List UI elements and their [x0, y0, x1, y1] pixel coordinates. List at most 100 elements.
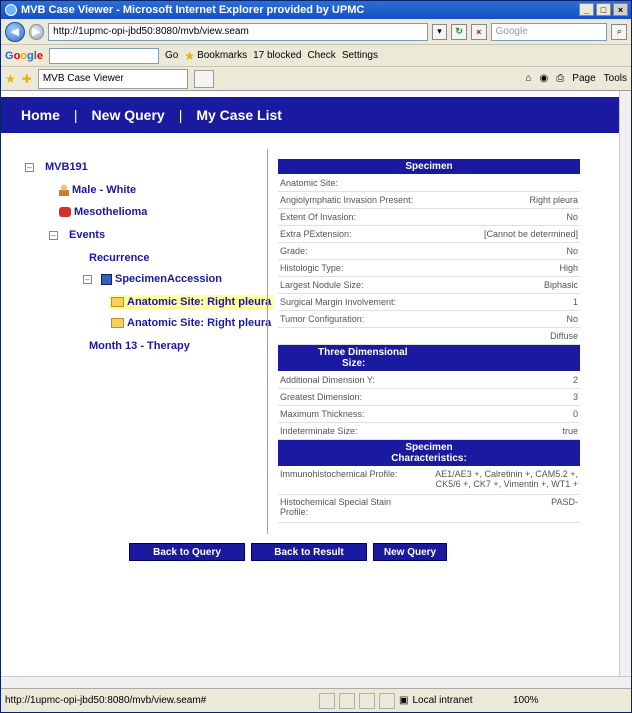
search-icon[interactable]: ⌕: [611, 23, 628, 40]
new-tab-button[interactable]: [193, 69, 214, 88]
horizontal-scrollbar[interactable]: [1, 676, 631, 688]
detail-value: Diffuse: [550, 331, 578, 341]
bookmarks-menu[interactable]: ★ Bookmarks: [184, 49, 247, 63]
detail-label: Indeterminate Size:: [280, 426, 358, 436]
url-dropdown-icon[interactable]: ▾: [431, 23, 448, 40]
detail-value: No: [566, 246, 578, 256]
ie-icon: [5, 4, 17, 16]
google-logo: Google: [5, 49, 43, 62]
detail-label: Angiolymphatic Invasion Present:: [280, 195, 414, 205]
search-input[interactable]: Google: [490, 22, 608, 41]
go-button[interactable]: Go: [165, 50, 178, 61]
nav-new-query[interactable]: New Query: [92, 107, 165, 123]
events-collapse-toggle[interactable]: –: [49, 230, 58, 240]
detail-value: 1: [572, 297, 578, 307]
vertical-scrollbar[interactable]: [619, 91, 631, 676]
case-id[interactable]: MVB191: [45, 161, 88, 173]
zoom-level[interactable]: 100%: [513, 695, 573, 706]
diagnosis-node[interactable]: Mesothelioma: [74, 206, 147, 218]
detail-label: Extra PExtension:: [280, 229, 352, 239]
detail-row: Grade: No: [278, 243, 580, 260]
detail-value: No: [566, 212, 578, 222]
popup-blocked[interactable]: 17 blocked: [253, 50, 301, 61]
detail-row: Maximum Thickness: 0: [278, 406, 580, 423]
settings-button[interactable]: Settings: [342, 50, 378, 61]
detail-row: Immunohistochemical Profile: AE1/AE3 +, C…: [278, 467, 580, 495]
detail-row: Greatest Dimension: 3: [278, 389, 580, 406]
tab-bar: ★ ✚ MVB Case Viewer ⌂ ◉ ⎙ Page Tools: [1, 67, 631, 91]
back-to-query-button[interactable]: Back to Query: [129, 543, 245, 561]
maximize-button[interactable]: □: [596, 3, 611, 16]
anatomic-site-node-2[interactable]: Anatomic Site: Right pleura: [127, 317, 271, 329]
browser-window: MVB Case Viewer - Microsoft Internet Exp…: [0, 0, 632, 713]
detail-value: AE1/AE3 +, Calretinin +, CAM5.2 +, CK5/6…: [435, 469, 578, 489]
spellcheck-button[interactable]: Check: [307, 50, 335, 61]
window-title: MVB Case Viewer - Microsoft Internet Exp…: [21, 4, 365, 16]
stop-icon[interactable]: ×: [470, 23, 487, 40]
specimen-collapse-toggle[interactable]: –: [83, 274, 92, 284]
case-collapse-toggle[interactable]: –: [25, 162, 34, 172]
panel-divider: [267, 149, 268, 534]
specimen-icon: [101, 273, 112, 285]
minimize-button[interactable]: _: [579, 3, 594, 16]
status-cell: [379, 692, 395, 709]
address-bar: ◀ ▶ http://1upmc-opi-jbd50:8080/mvb/view…: [1, 19, 631, 45]
close-button[interactable]: ×: [613, 3, 628, 16]
detail-row: Diffuse: [278, 328, 580, 345]
security-zone[interactable]: ▣ Local intranet: [399, 695, 509, 706]
status-bar: http://1upmc-opi-jbd50:8080/mvb/view.sea…: [1, 688, 631, 712]
detail-row: Histochemical Special Stain Profile: PASD…: [278, 495, 580, 523]
detail-row: Histologic Type: High: [278, 260, 580, 277]
detail-row: Angiolymphatic Invasion Present: Right pl…: [278, 192, 580, 209]
google-search-input[interactable]: [48, 47, 159, 64]
specimen-header: Specimen: [278, 159, 580, 174]
detail-label: Maximum Thickness:: [280, 409, 365, 419]
app-nav: Home | New Query | My Case List: [1, 97, 619, 133]
detail-label: Tumor Configuration:: [280, 314, 365, 324]
print-icon[interactable]: ⎙: [556, 73, 564, 84]
feeds-icon[interactable]: ◉: [540, 73, 549, 84]
detail-label: Extent Of Invasion:: [280, 212, 357, 222]
detail-row: Largest Nodule Size: Biphasic: [278, 277, 580, 294]
bottom-buttons: Back to Query Back to Result New Query: [129, 543, 447, 561]
nav-my-case-list[interactable]: My Case List: [196, 107, 282, 123]
anatomic-site-node-1[interactable]: Anatomic Site: Right pleura: [127, 296, 271, 308]
therapy-node[interactable]: Month 13 - Therapy: [89, 340, 190, 352]
tools-menu[interactable]: Tools: [604, 73, 627, 84]
new-query-button[interactable]: New Query: [373, 543, 447, 561]
status-url: http://1upmc-opi-jbd50:8080/mvb/view.sea…: [5, 695, 207, 706]
patient-node[interactable]: Male - White: [72, 184, 136, 196]
detail-label: Surgical Margin Involvement:: [280, 297, 397, 307]
folder-icon: [111, 297, 124, 307]
nav-home[interactable]: Home: [21, 107, 60, 123]
star-icon: ★: [184, 48, 196, 63]
detail-label: Additional Dimension Y:: [280, 375, 375, 385]
detail-value: [Cannot be determined]: [483, 229, 578, 239]
url-input[interactable]: http://1upmc-opi-jbd50:8080/mvb/view.sea…: [48, 22, 428, 41]
page-menu[interactable]: Page: [572, 73, 595, 84]
detail-label: Grade:: [280, 246, 308, 256]
back-icon[interactable]: ◀: [5, 21, 25, 42]
add-favorites-icon[interactable]: ✚: [22, 72, 32, 86]
events-node[interactable]: Events: [69, 229, 105, 241]
tab-mvb-case-viewer[interactable]: MVB Case Viewer: [37, 68, 188, 89]
forward-icon[interactable]: ▶: [28, 23, 45, 40]
detail-label: Greatest Dimension:: [280, 392, 363, 402]
specimen-accession-node[interactable]: SpecimenAccession: [115, 273, 222, 285]
recurrence-node[interactable]: Recurrence: [89, 252, 150, 264]
favorites-star-icon[interactable]: ★: [5, 72, 16, 86]
detail-row: Tumor Configuration: No: [278, 311, 580, 328]
folder-icon: [111, 318, 124, 328]
page-content: Home | New Query | My Case List – MVB191…: [1, 91, 619, 676]
refresh-icon[interactable]: ↻: [451, 23, 467, 40]
detail-label: Largest Nodule Size:: [280, 280, 364, 290]
back-to-result-button[interactable]: Back to Result: [251, 543, 367, 561]
detail-value: Right pleura: [529, 195, 578, 205]
three-dimensional-header: Three Dimensional Size:: [278, 345, 580, 371]
detail-label: Histochemical Special Stain Profile:: [280, 497, 392, 517]
home-icon[interactable]: ⌂: [526, 73, 532, 84]
detail-label: Anatomic Site:: [280, 178, 339, 188]
detail-value: No: [566, 314, 578, 324]
detail-value: High: [559, 263, 578, 273]
person-icon: [59, 184, 69, 196]
